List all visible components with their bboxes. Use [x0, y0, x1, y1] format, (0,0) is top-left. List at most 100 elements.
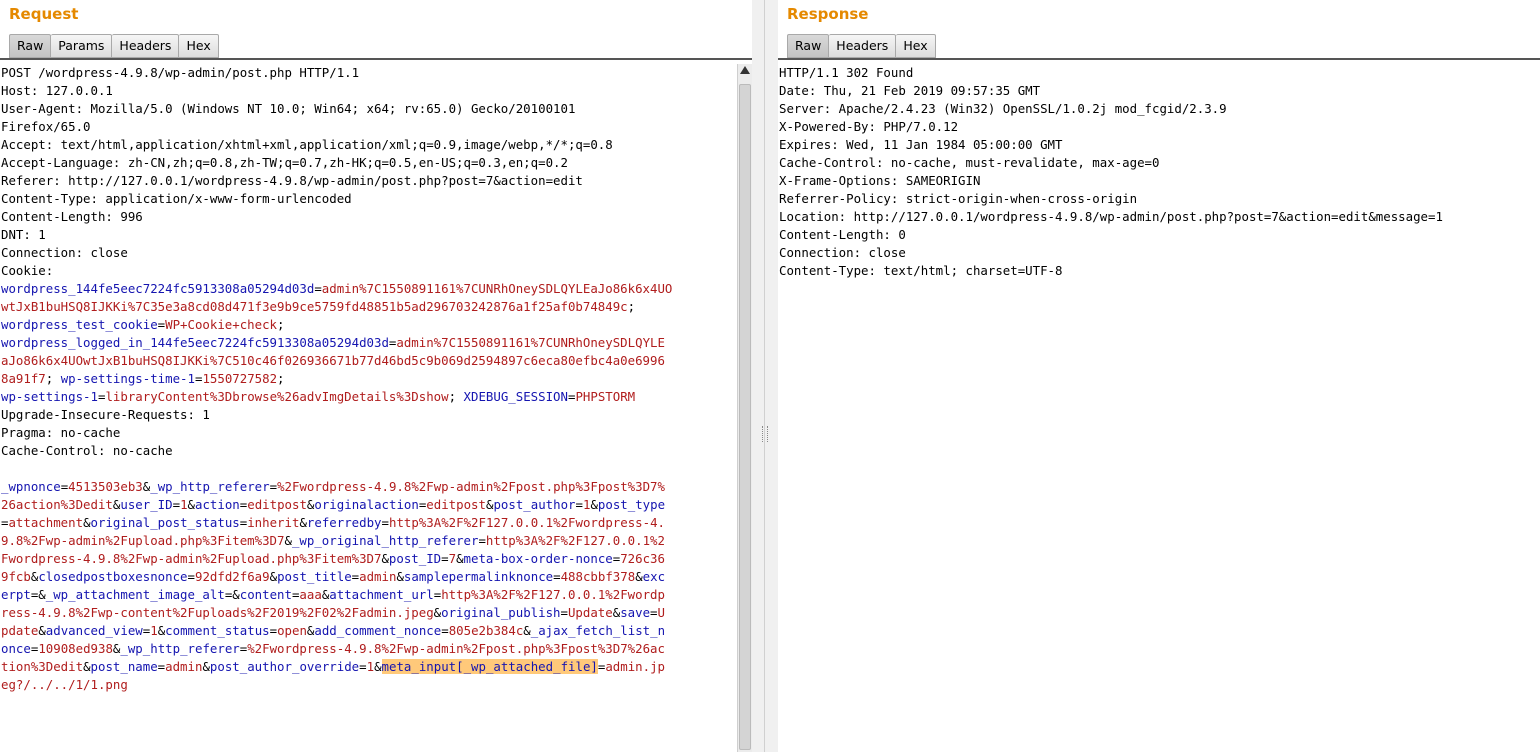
param-name: _ajax_fetch_list_n [530, 623, 666, 638]
request-line: Host: 127.0.0.1 [1, 83, 113, 98]
drag-grip-icon[interactable] [762, 426, 768, 442]
request-pane: Request Raw Params Headers Hex POST /wor… [0, 0, 752, 752]
split-divider[interactable] [752, 0, 778, 752]
request-scrollbar[interactable] [737, 64, 753, 752]
response-line: X-Frame-Options: SAMEORIGIN [779, 173, 980, 188]
param-value: attachment [8, 515, 84, 530]
request-line: once=10908ed938&_wp_http_referer=%2Fword… [1, 641, 665, 656]
text-segment: & [299, 515, 307, 530]
param-value: 1 [180, 497, 188, 512]
text-segment: =& [224, 587, 240, 602]
text-segment: & [187, 497, 195, 512]
response-raw-text[interactable]: HTTP/1.1 302 Found Date: Thu, 21 Feb 201… [778, 64, 1540, 280]
param-value: open [277, 623, 307, 638]
request-raw-text[interactable]: POST /wordpress-4.9.8/wp-admin/post.php … [0, 64, 752, 694]
text-segment: Referrer-Policy: strict-origin-when-cros… [779, 191, 1138, 206]
text-segment: Referer: http://127.0.0.1/wordpress-4.9.… [1, 173, 583, 188]
text-segment: = [560, 605, 568, 620]
response-editor[interactable]: HTTP/1.1 302 Found Date: Thu, 21 Feb 201… [778, 64, 1540, 752]
response-tab-headers[interactable]: Headers [829, 34, 897, 58]
param-value: 26action%3Dedit [1, 497, 113, 512]
param-value: aJo86k6x4UOwtJxB1buHSQ8IJKKi%7C510c46f02… [1, 353, 665, 368]
text-segment: = [314, 281, 322, 296]
text-segment: Accept-Language: zh-CN,zh;q=0.8,zh-TW;q=… [1, 155, 568, 170]
text-segment: Accept: text/html,application/xhtml+xml,… [1, 137, 613, 152]
param-name: erpt [1, 587, 31, 602]
text-segment: = [478, 533, 486, 548]
text-segment: = [553, 569, 561, 584]
text-segment: Location: http://127.0.0.1/wordpress-4.9… [779, 209, 1443, 224]
param-value: Update [567, 605, 613, 620]
param-name: once [1, 641, 31, 656]
request-tab-raw[interactable]: Raw [9, 34, 52, 58]
param-value: 1550727582 [202, 371, 278, 386]
request-line: Content-Type: application/x-www-form-url… [1, 191, 352, 206]
text-segment: ; [277, 371, 285, 386]
text-segment: Cache-Control: no-cache [1, 443, 173, 458]
param-name: wp-settings-1 [1, 389, 98, 404]
text-segment: User-Agent: Mozilla/5.0 (Windows NT 10.0… [1, 101, 576, 116]
text-segment: & [38, 623, 46, 638]
request-line: Firefox/65.0 [1, 119, 91, 134]
request-line: User-Agent: Mozilla/5.0 (Windows NT 10.0… [1, 101, 575, 116]
text-segment: HTTP/1.1 302 Found [779, 65, 914, 80]
param-name: content [239, 587, 292, 602]
param-value: 1 [150, 623, 158, 638]
param-name: post_type [597, 497, 666, 512]
param-value: editpost [247, 497, 307, 512]
text-segment: = [650, 605, 658, 620]
param-name: save [620, 605, 651, 620]
text-segment: ; [45, 371, 61, 386]
param-name: attachment_url [329, 587, 434, 602]
param-name: _wp_original_http_referer [291, 533, 479, 548]
request-line: wordpress_144fe5eec7224fc5913308a05294d0… [1, 281, 672, 296]
text-segment: Connection: close [779, 245, 906, 260]
param-name: _wp_http_referer [120, 641, 240, 656]
text-segment: & [635, 569, 643, 584]
param-name: original_publish [441, 605, 561, 620]
text-segment: = [381, 515, 389, 530]
request-line: Accept: text/html,application/xhtml+xml,… [1, 137, 613, 152]
response-tab-raw[interactable]: Raw [787, 34, 830, 58]
param-name: post_name [90, 659, 158, 674]
request-editor[interactable]: POST /wordpress-4.9.8/wp-admin/post.php … [0, 64, 752, 752]
param-value: U [657, 605, 665, 620]
request-line: ress-4.9.8%2Fwp-content%2Fuploads%2F2019… [1, 605, 665, 620]
response-line: HTTP/1.1 302 Found [779, 65, 913, 80]
request-tab-headers[interactable]: Headers [112, 34, 180, 58]
text-segment: POST /wordpress-4.9.8/wp-admin/post.php … [1, 65, 360, 80]
text-segment: Host: 127.0.0.1 [1, 83, 113, 98]
response-tab-hex[interactable]: Hex [896, 34, 936, 58]
param-value: 4513503eb3 [68, 479, 143, 494]
param-name: XDEBUG_SESSION [463, 389, 568, 404]
scroll-up-arrow-icon[interactable] [740, 66, 750, 74]
param-value: editpost [426, 497, 486, 512]
param-name: original_post_status [90, 515, 240, 530]
param-name: comment_status [165, 623, 270, 638]
text-segment: = [441, 623, 449, 638]
text-segment: Firefox/65.0 [1, 119, 91, 134]
text-segment: Content-Length: 996 [1, 209, 143, 224]
response-pane: Response Raw Headers Hex HTTP/1.1 302 Fo… [778, 0, 1540, 752]
request-tab-hex[interactable]: Hex [179, 34, 219, 58]
text-segment: & [396, 569, 404, 584]
request-tab-params[interactable]: Params [51, 34, 113, 58]
text-segment: & [269, 569, 278, 584]
response-line: Date: Thu, 21 Feb 2019 09:57:35 GMT [779, 83, 1040, 98]
text-segment: Server: Apache/2.4.23 (Win32) OpenSSL/1.… [779, 101, 1227, 116]
param-value: admin.jp [605, 659, 666, 674]
response-line: Content-Length: 0 [779, 227, 906, 242]
text-segment: ; [627, 299, 636, 314]
param-value: wtJxB1buHSQ8IJKKi%7C35e3a8cd08d471f3e9b9… [1, 299, 628, 314]
text-segment: & [523, 623, 531, 638]
text-segment: & [83, 515, 91, 530]
scrollbar-thumb[interactable] [739, 84, 751, 750]
request-line: erpt=&_wp_attachment_image_alt=&content=… [1, 587, 665, 602]
request-line: Pragma: no-cache [1, 425, 120, 440]
param-name: closedpostboxesnonce [38, 569, 188, 584]
param-name: originalaction [314, 497, 419, 512]
request-line: 26action%3Dedit&user_ID=1&action=editpos… [1, 497, 665, 512]
param-value: http%3A%2F%2F127.0.0.1%2 [485, 533, 665, 548]
request-line: Fwordpress-4.9.8%2Fwp-admin%2Fupload.php… [1, 551, 665, 566]
param-value: ress-4.9.8%2Fwp-content%2Fuploads%2F2019… [1, 605, 434, 620]
